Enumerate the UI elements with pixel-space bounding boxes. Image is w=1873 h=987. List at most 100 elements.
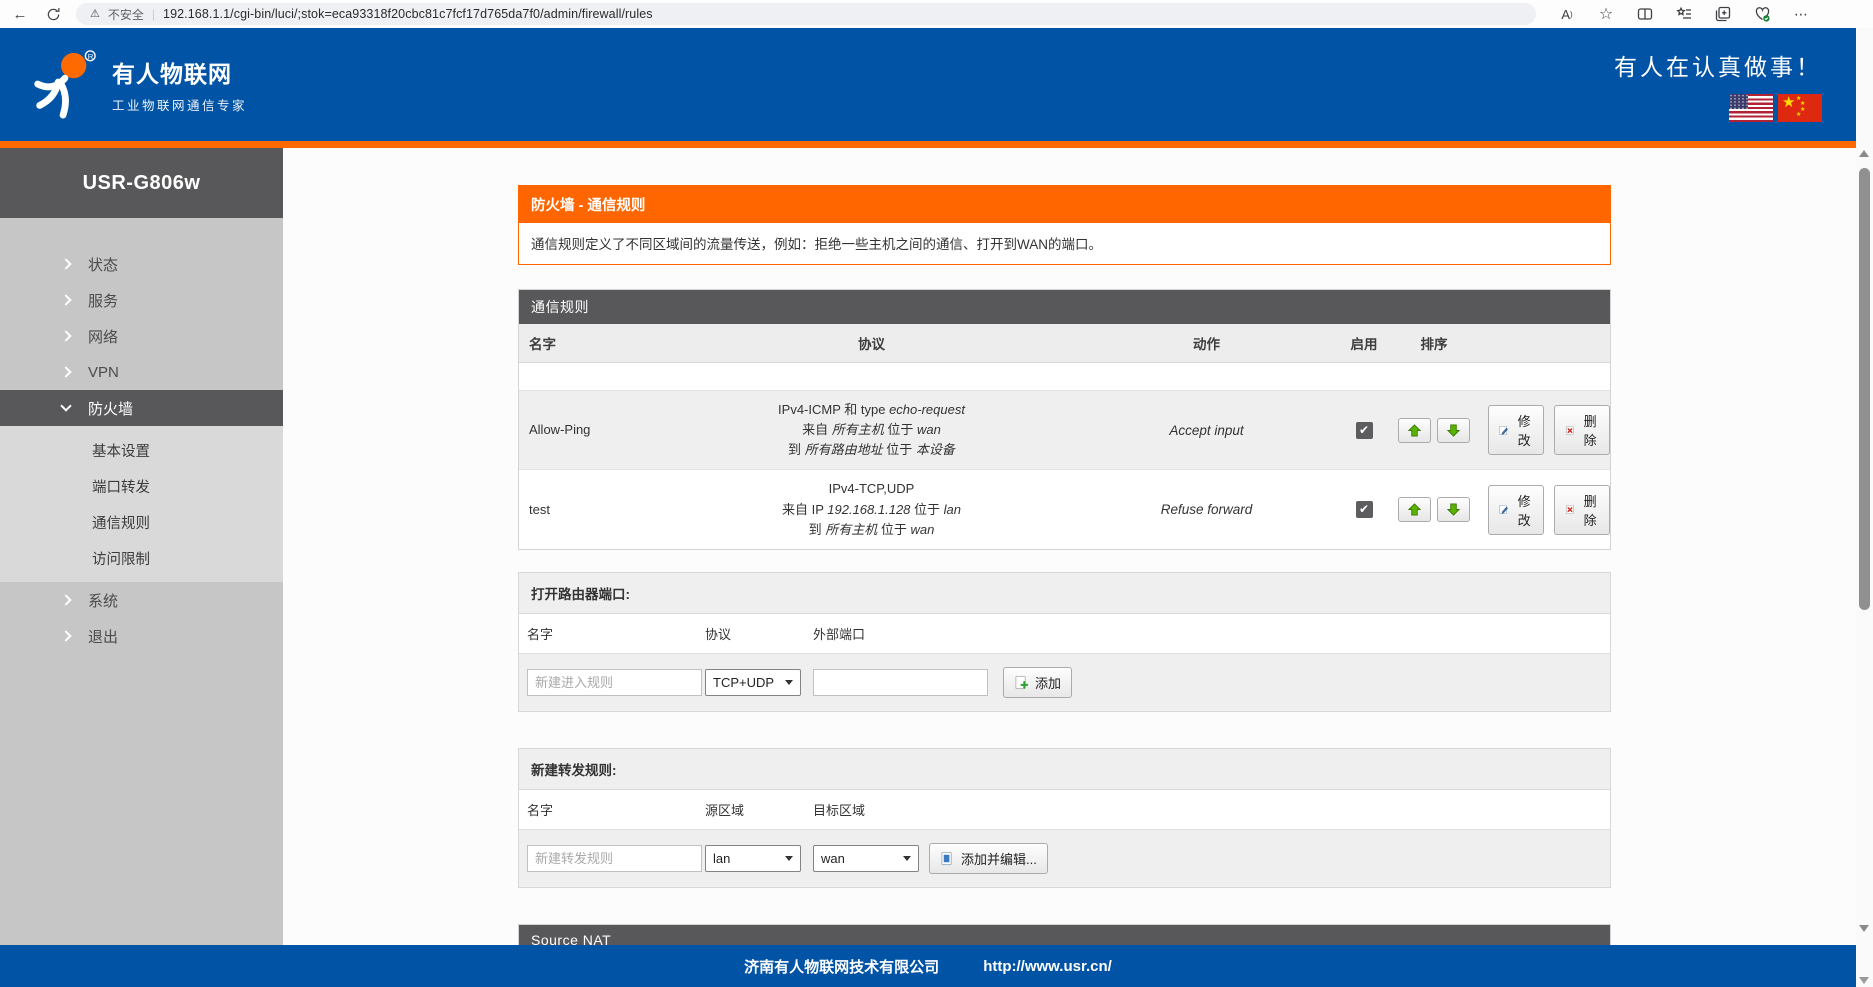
open-ports-section: 打开路由器端口: 名字 协议 外部端口 TCP+UDP 添加 [518,572,1611,712]
source-zone-select[interactable]: lan [705,845,801,872]
arrow-up-icon [1408,424,1421,437]
sidebar-item-basic-settings[interactable]: 基本设置 [0,432,283,468]
add-port-rule-button[interactable]: 添加 [1003,667,1072,698]
main-content: 防火墙 - 通信规则 通信规则定义了不同区域间的流量传送，例如：拒绝一些主机之间… [283,148,1856,945]
rule-protocol: IPv4-ICMP 和 type echo-request 来自 所有主机 位于… [664,400,1079,460]
collections-icon[interactable] [1714,5,1732,23]
chevron-right-icon [60,258,71,269]
rule-name: test [529,500,550,520]
sidebar-item-vpn[interactable]: VPN [0,354,283,390]
traffic-rules-table: 通信规则 名字 协议 动作 启用 排序 Allow-Ping IPv4-ICMP… [518,289,1611,550]
delete-button[interactable]: 删除 [1554,485,1610,535]
move-down-button[interactable] [1437,418,1470,443]
forward-rule-header-row: 名字 源区域 目标区域 [519,790,1610,830]
sidebar-item-access-restriction[interactable]: 访问限制 [0,540,283,576]
edit-button[interactable]: 修改 [1488,485,1544,535]
sidebar-item-system[interactable]: 系统 [0,582,283,618]
forward-rule-section: 新建转发规则: 名字 源区域 目标区域 lan wan [518,748,1611,888]
chevron-right-icon [60,330,71,341]
source-nat-table: Source NAT 名字 协议 动作 启用 排序 [518,924,1611,945]
external-port-input[interactable] [813,669,988,696]
empty-row [519,363,1610,391]
svg-text:R: R [88,52,94,61]
edit-button[interactable]: 修改 [1488,405,1544,455]
firewall-submenu: 基本设置 端口转发 通信规则 访问限制 [0,426,283,582]
sidebar-item-network[interactable]: 网络 [0,318,283,354]
arrow-down-icon [1447,424,1460,437]
traffic-rules-section-title: 通信规则 [519,290,1610,324]
company-link[interactable]: http://www.usr.cn/ [983,958,1112,975]
scrollbar-corner-down-icon[interactable] [1859,977,1869,984]
url-text[interactable]: 192.168.1.1/cgi-bin/luci/;stok=eca93318f… [163,7,653,21]
brand-title: 有人物联网 [112,55,247,89]
arrow-down-icon [1447,503,1460,516]
sidebar-item-logout[interactable]: 退出 [0,618,283,654]
rule-action: Refuse forward [1161,502,1253,517]
protocol-select[interactable]: TCP+UDP [705,669,801,696]
us-flag-icon[interactable] [1729,94,1773,122]
browser-action-icons: A) ☆ ⋯ [1558,5,1810,23]
cn-flag-icon[interactable]: ★ ★ ★ ★ ★ [1778,94,1822,122]
device-name: USR-G806w [0,148,283,218]
arrow-up-icon [1408,503,1421,516]
browser-essentials-icon[interactable] [1753,5,1771,23]
select-caret-icon [785,856,793,861]
sidebar: USR-G806w 状态 服务 网络 VPN 防火墙 基本设置 端口转发 通信规… [0,148,283,945]
insecure-warning-icon: ⚠ [90,9,100,20]
cn-flag-star: ★ [1796,111,1801,118]
select-caret-icon [785,680,793,685]
refresh-icon[interactable] [44,5,62,23]
address-bar[interactable]: ⚠ 不安全 | 192.168.1.1/cgi-bin/luci/;stok=e… [76,3,1536,25]
browser-toolbar: ← ⚠ 不安全 | 192.168.1.1/cgi-bin/luci/;stok… [0,0,1873,28]
page-description: 通信规则定义了不同区域间的流量传送，例如：拒绝一些主机之间的通信、打开到WAN的… [519,223,1610,264]
favorite-star-icon[interactable]: ☆ [1597,5,1615,23]
company-name: 济南有人物联网技术有限公司 [744,956,939,977]
page-window: R 有人物联网 工业物联网通信专家 有人在认真做事！ ★ ★ ★ ★ [0,28,1873,987]
scrollbar-up-icon[interactable] [1859,150,1869,157]
new-incoming-rule-name-input[interactable] [527,669,702,696]
page-intro-panel: 防火墙 - 通信规则 通信规则定义了不同区域间的流量传送，例如：拒绝一些主机之间… [518,185,1611,265]
usr-logo: R [28,49,98,121]
chevron-right-icon [60,294,71,305]
scrollbar-down-icon[interactable] [1859,925,1869,932]
slogan: 有人在认真做事！ [1614,48,1822,82]
sidebar-item-status[interactable]: 状态 [0,246,283,282]
brand-subtitle: 工业物联网通信专家 [112,95,247,114]
settings-more-icon[interactable]: ⋯ [1792,5,1810,23]
select-caret-icon [903,856,911,861]
page-footer: 济南有人物联网技术有限公司 http://www.usr.cn/ [0,945,1856,987]
split-screen-icon[interactable] [1636,5,1654,23]
cn-flag-star: ★ [1782,94,1795,111]
new-forward-rule-name-input[interactable] [527,845,702,872]
open-ports-title: 打开路由器端口: [519,573,1610,614]
read-aloud-icon[interactable]: A) [1558,5,1576,23]
rule-action: Accept input [1169,423,1243,438]
chevron-right-icon [60,366,71,377]
traffic-rules-header-row: 名字 协议 动作 启用 排序 [519,324,1610,363]
move-up-button[interactable] [1398,418,1431,443]
chevron-down-icon [60,400,71,411]
source-nat-section-title: Source NAT [519,925,1610,945]
scrollbar-thumb[interactable] [1859,168,1870,610]
move-up-button[interactable] [1398,497,1431,522]
rule-name: Allow-Ping [529,420,590,440]
add-and-edit-button[interactable]: 添加并编辑... [929,843,1048,874]
sidebar-item-traffic-rules[interactable]: 通信规则 [0,504,283,540]
scrollbar[interactable] [1856,28,1873,987]
edit-icon [1499,502,1509,517]
dest-zone-select[interactable]: wan [813,845,919,872]
forward-rule-title: 新建转发规则: [519,749,1610,790]
enable-checkbox[interactable]: ✔ [1356,422,1373,439]
back-icon[interactable]: ← [10,6,30,23]
sidebar-item-port-forwarding[interactable]: 端口转发 [0,468,283,504]
sidebar-item-services[interactable]: 服务 [0,282,283,318]
edit-icon [1499,423,1509,438]
delete-icon [1565,423,1575,438]
address-divider: | [152,7,155,21]
move-down-button[interactable] [1437,497,1470,522]
sidebar-item-firewall[interactable]: 防火墙 [0,390,283,426]
security-label[interactable]: 不安全 [108,6,144,23]
delete-button[interactable]: 删除 [1554,405,1610,455]
enable-checkbox[interactable]: ✔ [1356,501,1373,518]
favorites-bar-icon[interactable] [1675,5,1693,23]
